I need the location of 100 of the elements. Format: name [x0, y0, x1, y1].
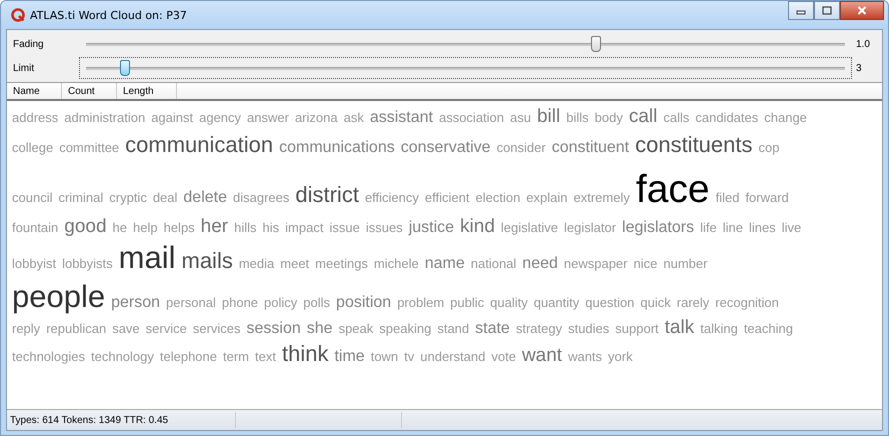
cloud-word: national — [470, 256, 516, 272]
cloud-word: disagrees — [233, 190, 290, 206]
cloud-word: legislators — [622, 218, 694, 238]
cloud-word: technologies — [12, 349, 85, 366]
cloud-word: talk — [664, 316, 694, 340]
cloud-word: agency — [199, 110, 242, 126]
cloud-word: republican — [46, 321, 106, 338]
cloud-word: mail — [118, 238, 176, 277]
status-text: Types: 614 Tokens: 1349 TTR: 0.45 — [9, 414, 170, 426]
cloud-word: want — [522, 344, 562, 368]
cloud-word: live — [782, 220, 802, 236]
cloud-word: council — [12, 190, 52, 206]
cloud-word: meet — [280, 256, 310, 272]
cloud-word: association — [438, 110, 504, 126]
cloud-word: calls — [663, 110, 690, 126]
cloud-word: efficiency — [364, 190, 419, 206]
cloud-word: address — [12, 110, 58, 126]
cloud-word: media — [238, 256, 274, 272]
cloud-word: people — [12, 278, 106, 316]
cloud-word: reply — [12, 321, 40, 338]
cloud-word: communication — [125, 130, 274, 158]
cloud-word: vote — [491, 349, 516, 366]
cloud-word: helps — [164, 220, 195, 236]
column-header[interactable]: Name — [7, 83, 62, 99]
cloud-word: newspaper — [564, 256, 628, 272]
slider-thumb[interactable] — [590, 36, 601, 52]
cloud-word: assistant — [370, 108, 433, 128]
cloud-word: services — [192, 321, 241, 338]
cloud-word: support — [615, 321, 659, 338]
cloud-word: election — [475, 190, 520, 206]
cloud-word: technology — [91, 349, 154, 366]
cloud-word: quick — [640, 294, 671, 311]
cloud-word: face — [636, 167, 710, 214]
cloud-word: policy — [264, 294, 298, 311]
close-button[interactable] — [840, 1, 884, 20]
cloud-word: understand — [420, 349, 486, 366]
cloud-word: studies — [568, 321, 610, 338]
cloud-word: filed — [716, 190, 740, 206]
cloud-word: save — [112, 321, 140, 338]
cloud-word: call — [628, 105, 658, 129]
window-title: ATLAS.ti Word Cloud on: P37 — [30, 8, 187, 22]
cloud-word: public — [450, 294, 484, 311]
cloud-word: tv — [404, 349, 414, 366]
cloud-word: recognition — [715, 294, 779, 311]
cloud-word: explain — [526, 190, 568, 206]
cloud-word: asu — [510, 110, 531, 126]
slider[interactable] — [79, 57, 852, 79]
cloud-word: help — [133, 220, 158, 236]
slider-label: Limit — [12, 62, 36, 74]
cloud-word: name — [424, 254, 465, 274]
cloud-word: his — [262, 220, 280, 236]
cloud-word: issue — [329, 220, 360, 236]
cloud-word: service — [146, 321, 187, 338]
cloud-word: lobbyist — [12, 256, 56, 272]
app-logo-icon — [11, 8, 25, 22]
cloud-word: town — [370, 349, 398, 366]
cloud-word: think — [282, 340, 328, 368]
cloud-word: ask — [344, 110, 364, 126]
cloud-word: number — [663, 256, 708, 272]
cloud-word: district — [295, 181, 359, 209]
column-header[interactable]: Count — [62, 83, 117, 99]
cloud-word: mails — [182, 246, 233, 274]
cloud-word: consider — [496, 140, 546, 156]
cloud-word: telephone — [160, 349, 218, 366]
cloud-word: line — [722, 220, 743, 236]
cloud-word: cryptic — [109, 190, 147, 206]
cloud-word: legislator — [564, 220, 616, 236]
cloud-word: conservative — [400, 138, 491, 158]
cloud-word: criminal — [58, 190, 104, 206]
cloud-word: forward — [745, 190, 789, 206]
cloud-word: arizona — [294, 110, 338, 126]
cloud-word: teaching — [744, 321, 793, 338]
cloud-word: personal — [166, 294, 216, 311]
cloud-word: time — [334, 347, 365, 367]
cloud-word: legislative — [500, 220, 558, 236]
maximize-icon — [822, 6, 832, 15]
cloud-word: lobbyists — [62, 256, 113, 272]
slider-thumb[interactable] — [120, 60, 130, 76]
cloud-word: constituent — [552, 138, 630, 158]
cloud-word: deal — [152, 190, 178, 206]
cloud-word: college — [12, 140, 54, 156]
cloud-word: good — [64, 215, 107, 239]
cloud-word: fountain — [12, 220, 58, 236]
cloud-word: session — [246, 319, 301, 340]
cloud-word: candidates — [695, 110, 758, 126]
cloud-word: answer — [247, 110, 289, 126]
cloud-word: text — [255, 349, 276, 366]
cloud-word: speaking — [379, 321, 432, 338]
column-header[interactable]: Length — [117, 83, 177, 99]
cloud-word: delete — [183, 188, 227, 208]
cloud-word: person — [111, 292, 160, 312]
cloud-word: issues — [366, 220, 403, 236]
cloud-word: question — [585, 294, 634, 311]
cloud-word: change — [764, 110, 807, 126]
cloud-word: phone — [222, 294, 258, 311]
cloud-word: bills — [566, 110, 589, 126]
slider-label: Fading — [12, 38, 45, 50]
maximize-button[interactable] — [814, 1, 840, 20]
minimize-button[interactable] — [788, 1, 814, 20]
cloud-word: quantity — [534, 294, 580, 311]
